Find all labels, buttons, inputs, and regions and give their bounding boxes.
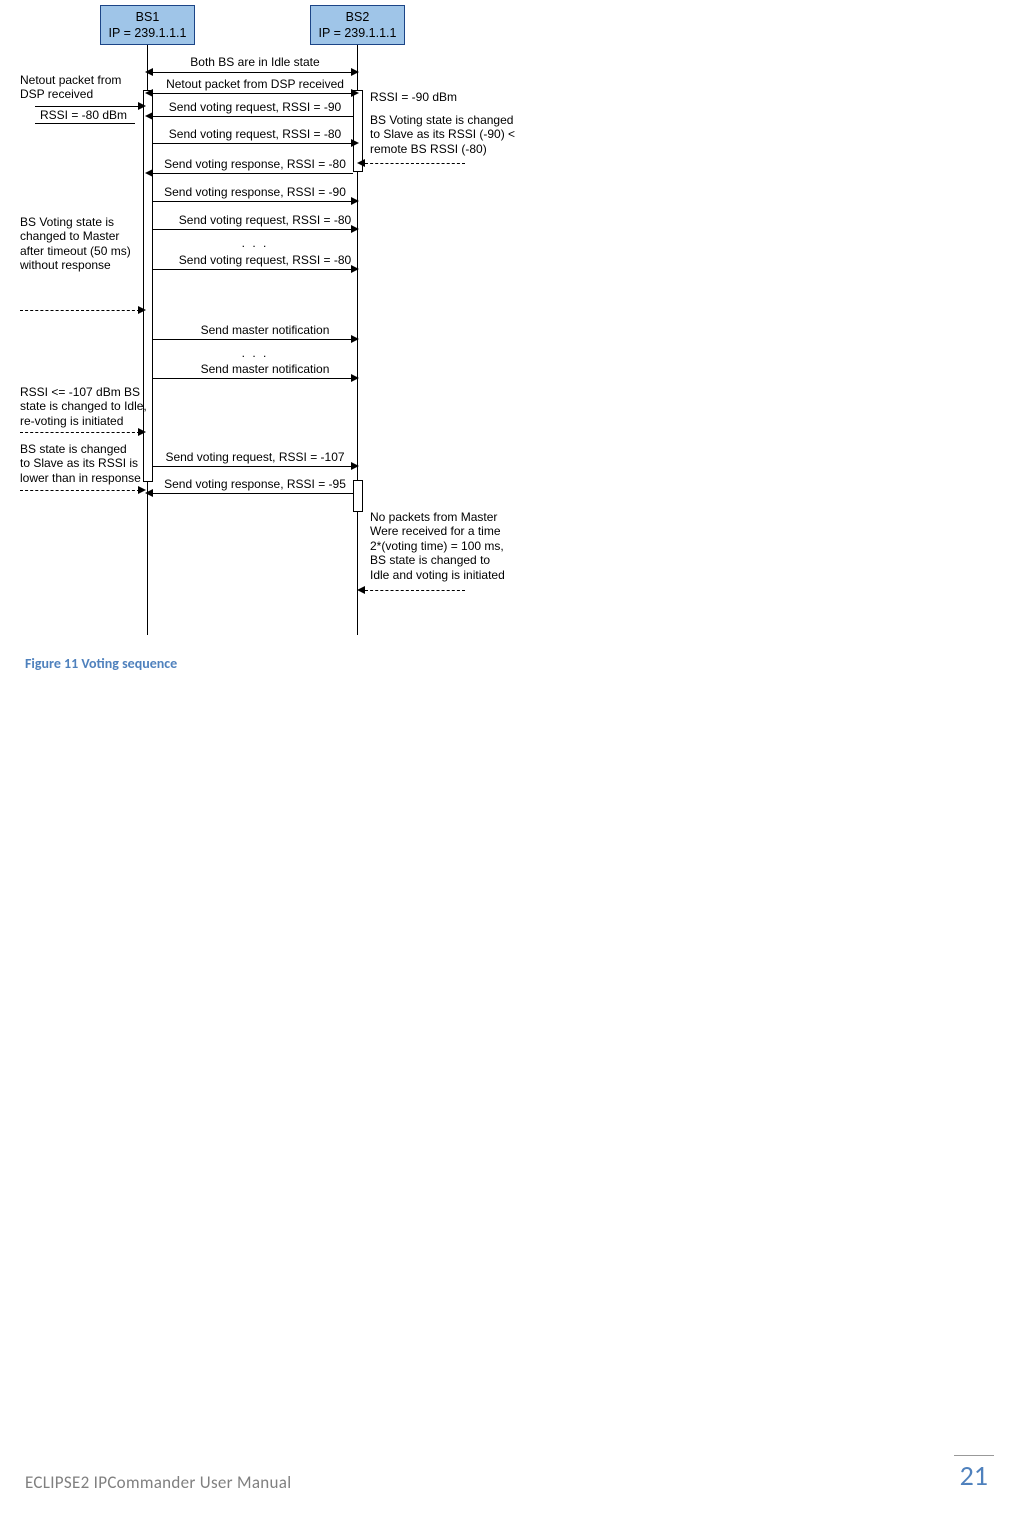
- rssi80-line: [35, 123, 135, 124]
- note-nopkt-arrow: [365, 590, 465, 591]
- msg-netout: Netout packet from DSP received: [150, 77, 360, 91]
- note-slave: BS Voting state is changed to Slave as i…: [370, 113, 540, 156]
- bs2-box: BS2 IP = 239.1.1.1: [310, 5, 405, 45]
- self-arrow-1: [35, 106, 140, 107]
- bs1-box: BS1 IP = 239.1.1.1: [100, 5, 195, 45]
- arrow-idle-l: [145, 68, 153, 76]
- msg-resp80: Send voting response, RSSI = -80: [150, 157, 360, 171]
- arrow-netout-l: [145, 89, 153, 97]
- arrow-req90: [153, 116, 353, 117]
- arrow-req107-head: [351, 462, 359, 470]
- arrow-master2: [153, 378, 353, 379]
- msg-req80c: Send voting request, RSSI = -80: [170, 253, 360, 267]
- msg-req107: Send voting request, RSSI = -107: [155, 450, 355, 464]
- note-master-arrow: [20, 310, 140, 311]
- arrow-req80a-head: [351, 139, 359, 147]
- bs2-name: BS2: [317, 10, 398, 26]
- arrow-req80c: [153, 269, 353, 270]
- msg-master2: Send master notification: [170, 362, 360, 376]
- msg-req80b: Send voting request, RSSI = -80: [170, 213, 360, 227]
- arrow-master1: [153, 339, 353, 340]
- note-revote: RSSI <= -107 dBm BS state is changed to …: [20, 385, 155, 428]
- sequence-diagram: BS1 IP = 239.1.1.1 BS2 IP = 239.1.1.1 Bo…: [25, 0, 585, 640]
- arrow-idle-r: [351, 68, 359, 76]
- note-slave-arrow: [365, 163, 465, 164]
- arrow-req80c-head: [351, 265, 359, 273]
- msg-resp90: Send voting response, RSSI = -90: [150, 185, 360, 199]
- note-master: BS Voting state is changed to Master aft…: [20, 215, 150, 273]
- arrow-resp80-head: [145, 169, 153, 177]
- arrow-req80b: [153, 229, 353, 230]
- arrow-resp95: [153, 493, 353, 494]
- note-nopkt-arrow-head: [357, 586, 365, 594]
- bs1-ip: IP = 239.1.1.1: [107, 26, 188, 42]
- msg-req90: Send voting request, RSSI = -90: [150, 100, 360, 114]
- note-slave2: BS state is changed to Slave as its RSSI…: [20, 442, 155, 485]
- bs1-name: BS1: [107, 10, 188, 26]
- arrow-idle: [153, 72, 353, 73]
- footer-title: ECLIPSE2 IPCommander User Manual: [25, 1472, 291, 1493]
- arrow-resp90-head: [351, 197, 359, 205]
- note-master-arrow-head: [138, 306, 146, 314]
- arrow-master2-head: [351, 374, 359, 382]
- figure-caption: Figure 11 Voting sequence: [25, 655, 177, 672]
- arrow-req80a: [153, 143, 353, 144]
- arrow-resp90: [153, 201, 353, 202]
- msg-master1: Send master notification: [170, 323, 360, 337]
- note-slave2-arrow: [20, 490, 140, 491]
- note-rssi90: RSSI = -90 dBm: [370, 90, 457, 104]
- arrow-req80b-head: [351, 225, 359, 233]
- note-revote-arrow-head: [138, 428, 146, 436]
- arrow-resp80: [153, 173, 353, 174]
- self-arrow-1-head: [138, 102, 146, 110]
- note-revote-arrow: [20, 432, 140, 433]
- note-rssi80: RSSI = -80 dBm: [40, 108, 127, 122]
- msg-req80a: Send voting request, RSSI = -80: [150, 127, 360, 141]
- arrow-netout: [153, 93, 353, 94]
- arrow-resp95-head: [145, 489, 153, 497]
- msg-resp95: Send voting response, RSSI = -95: [155, 477, 355, 491]
- msg-dots1: . . .: [150, 236, 360, 250]
- note-netout: Netout packet from DSP received: [20, 73, 145, 102]
- page-number: 21: [954, 1455, 994, 1493]
- arrow-master1-head: [351, 335, 359, 343]
- arrow-netout-r: [351, 89, 359, 97]
- msg-idle: Both BS are in Idle state: [150, 55, 360, 69]
- note-nopkt: No packets from Master Were received for…: [370, 510, 540, 582]
- arrow-req107: [153, 466, 353, 467]
- bs2-ip: IP = 239.1.1.1: [317, 26, 398, 42]
- msg-dots2: . . .: [150, 346, 360, 360]
- page-footer: ECLIPSE2 IPCommander User Manual 21: [25, 1455, 994, 1493]
- arrow-req90-head: [145, 112, 153, 120]
